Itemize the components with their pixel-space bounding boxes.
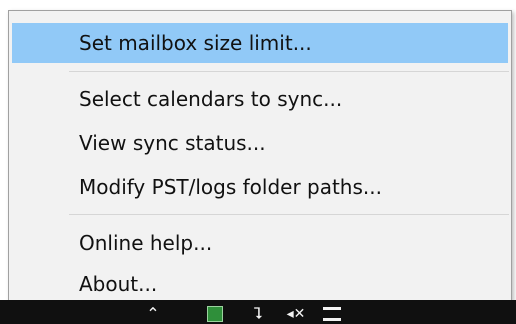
menu-item-label: Set mailbox size limit... (79, 31, 312, 55)
menu-item-online-help[interactable]: Online help... (12, 223, 508, 263)
menu-item-label: Modify PST/logs folder paths... (79, 175, 382, 199)
volume-icon[interactable]: ◂✕ (282, 304, 310, 324)
menu-item-set-mailbox-size-limit[interactable]: Set mailbox size limit... (12, 23, 508, 63)
menu-item-about[interactable]: About... (12, 264, 508, 304)
context-menu: Set mailbox size limit... Select calenda… (8, 10, 512, 301)
chevron-up-icon[interactable]: ⌃ (142, 304, 164, 324)
menu-item-label: About... (79, 272, 158, 296)
menu-item-modify-pst-logs-folder-paths[interactable]: Modify PST/logs folder paths... (12, 167, 508, 207)
screen: Set mailbox size limit... Select calenda… (0, 0, 516, 324)
menu-item-label: View sync status... (79, 131, 266, 155)
menu-separator (69, 71, 509, 72)
network-icon[interactable]: ⮧ (248, 304, 268, 324)
menu-item-view-sync-status[interactable]: View sync status... (12, 123, 508, 163)
menu-item-label: Online help... (79, 231, 213, 255)
menu-item-select-calendars-to-sync[interactable]: Select calendars to sync... (12, 79, 508, 119)
menu-item-label: Select calendars to sync... (79, 87, 343, 111)
app-tray-icon[interactable] (204, 304, 226, 324)
menu-separator (69, 214, 509, 215)
notes-icon[interactable] (320, 304, 344, 324)
